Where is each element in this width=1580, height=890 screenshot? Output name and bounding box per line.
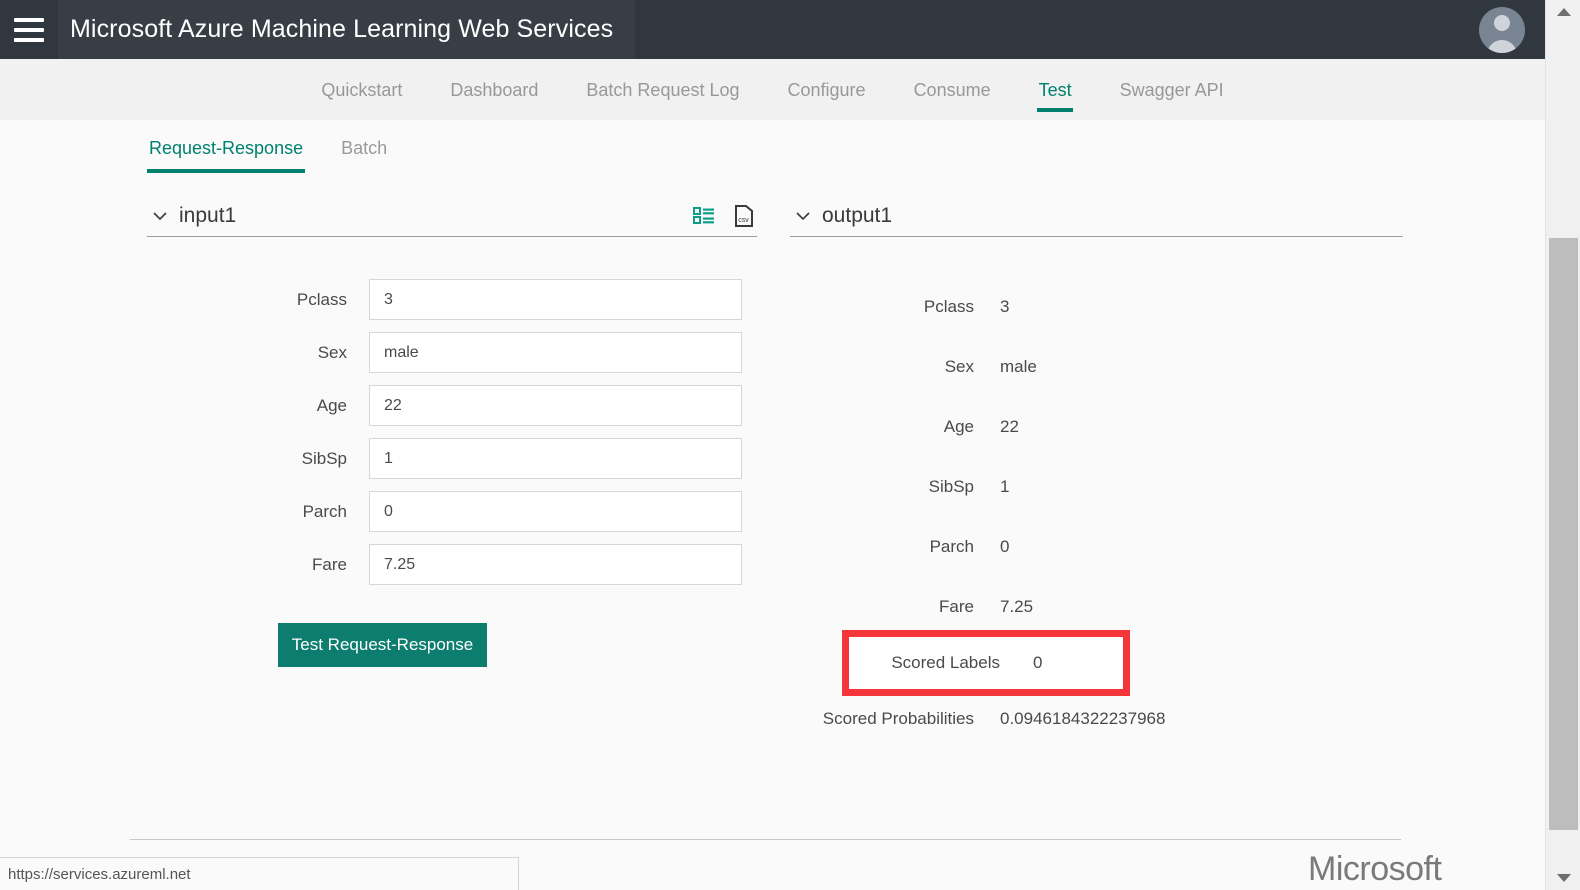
output-row-sibsp: SibSp 1 (790, 457, 1403, 517)
input-field-sex[interactable] (369, 332, 742, 373)
tab-batch[interactable]: Batch (339, 130, 389, 173)
output-value-sibsp: 1 (1000, 477, 1010, 496)
output-label-parch: Parch (929, 537, 974, 556)
output-label-scored-labels: Scored Labels (891, 653, 1000, 672)
input-label-pclass: Pclass (296, 289, 347, 309)
output-label-pclass: Pclass (923, 297, 974, 316)
svg-text:csv: csv (738, 217, 749, 224)
hamburger-bar (14, 37, 44, 42)
chevron-down-icon[interactable] (790, 203, 816, 229)
input-label-parch: Parch (302, 501, 347, 521)
output-row-list: Pclass 3 Sex male Age 22 SibSp 1 Parch 0… (790, 277, 1403, 749)
input-panel-header: input1 csv (147, 195, 757, 237)
status-bar-url: https://services.azureml.net (8, 865, 191, 883)
footer-divider (130, 839, 1401, 840)
input-field-parch[interactable] (369, 491, 742, 532)
output-label-sex: Sex (944, 357, 974, 376)
output-panel-header: output1 (790, 195, 1403, 237)
input-field-age[interactable] (369, 385, 742, 426)
input-label-sex: Sex (317, 342, 347, 362)
chevron-down-icon[interactable] (147, 203, 173, 229)
nav-item-configure[interactable]: Configure (764, 59, 890, 120)
browser-status-bar: https://services.azureml.net (0, 857, 519, 890)
test-request-response-button[interactable]: Test Request-Response (278, 623, 487, 667)
input-field-list: Pclass Sex Age SibSp Parch (147, 279, 757, 585)
user-avatar-icon[interactable] (1479, 6, 1525, 53)
avatar-body-shape (1487, 39, 1517, 53)
brand-block: Microsoft Azure Machine Learning Web Ser… (58, 0, 636, 59)
main-navigation: Quickstart Dashboard Batch Request Log C… (0, 59, 1545, 120)
input-row-pclass: Pclass (147, 279, 757, 320)
scroll-down-arrow-icon[interactable] (1546, 866, 1580, 890)
input-panel: input1 csv Pclass 3 Sex male Age 22 SibS… (147, 195, 757, 667)
output-row-parch: Parch 0 (790, 517, 1403, 577)
nav-item-test[interactable]: Test (1015, 59, 1096, 120)
page-title: Microsoft Azure Machine Learning Web Ser… (70, 15, 614, 43)
input-label-fare: Fare (312, 554, 347, 574)
output-value-fare: 7.25 (1000, 597, 1034, 616)
input-field-pclass[interactable] (369, 279, 742, 320)
page-scrollbar[interactable] (1545, 0, 1580, 890)
output-value-scored-probabilities: 0.0946184322237968 (1000, 709, 1166, 728)
input-row-fare: Fare (147, 544, 757, 585)
output-label-fare: Fare (939, 597, 974, 616)
output-row-age: Age 22 (790, 397, 1403, 457)
app-root: Microsoft Azure Machine Learning Web Ser… (0, 0, 1580, 890)
tab-request-response[interactable]: Request-Response (147, 130, 306, 173)
top-header-bar: Microsoft Azure Machine Learning Web Ser… (0, 0, 1545, 59)
hamburger-menu-icon[interactable] (0, 0, 58, 59)
nav-item-consume[interactable]: Consume (890, 59, 1015, 120)
nav-item-swagger-api[interactable]: Swagger API (1096, 59, 1248, 120)
nav-item-batch-request-log[interactable]: Batch Request Log (562, 59, 763, 120)
csv-file-icon[interactable]: csv (731, 203, 757, 229)
output-value-scored-labels: 0 (1033, 653, 1043, 672)
input-row-sex: Sex (147, 332, 757, 373)
avatar-head-shape (1494, 14, 1510, 31)
microsoft-logo: Microsoft (1308, 850, 1442, 888)
scroll-up-arrow-icon[interactable] (1546, 0, 1580, 24)
nav-item-quickstart[interactable]: Quickstart (297, 59, 426, 120)
input-panel-title: input1 (179, 203, 237, 227)
output-value-parch: 0 (1000, 537, 1010, 556)
input-label-age: Age (316, 395, 347, 415)
input-label-sibsp: SibSp (301, 448, 347, 468)
output-value-sex: male (1000, 357, 1037, 376)
output-row-fare: Fare 7.25 (790, 577, 1403, 637)
output-value-age: 22 (1000, 417, 1019, 436)
output-label-scored-probabilities: Scored Probabilities (822, 709, 974, 728)
input-field-fare[interactable] (369, 544, 742, 585)
input-row-parch: Parch (147, 491, 757, 532)
output-label-sibsp: SibSp (928, 477, 974, 496)
header-spacer (635, 0, 1479, 59)
output-row-sex: Sex male (790, 337, 1403, 397)
output-row-pclass: Pclass 3 (790, 277, 1403, 337)
output-value-pclass: 3 (1000, 297, 1010, 316)
output-label-age: Age (943, 417, 974, 436)
scrollbar-thumb[interactable] (1549, 238, 1578, 830)
page-content: Request-Response Batch input1 csv Pclass… (0, 120, 1545, 890)
hamburger-bar (14, 27, 44, 32)
input-row-age: Age (147, 385, 757, 426)
grid-view-icon[interactable] (691, 203, 717, 229)
nav-item-dashboard[interactable]: Dashboard (426, 59, 562, 120)
output-row-scored-probabilities: Scored Probabilities 0.0946184322237968 (790, 689, 1403, 749)
output-panel: output1 Pclass 3 Sex male Age 22 SibSp 1 (790, 195, 1403, 749)
sub-tab-bar: Request-Response Batch (147, 130, 423, 173)
hamburger-bar (14, 17, 44, 22)
input-field-sibsp[interactable] (369, 438, 742, 479)
input-row-sibsp: SibSp (147, 438, 757, 479)
output-row-scored-labels-highlighted: Scored Labels 0 (842, 630, 1130, 696)
output-panel-title: output1 (822, 203, 893, 227)
